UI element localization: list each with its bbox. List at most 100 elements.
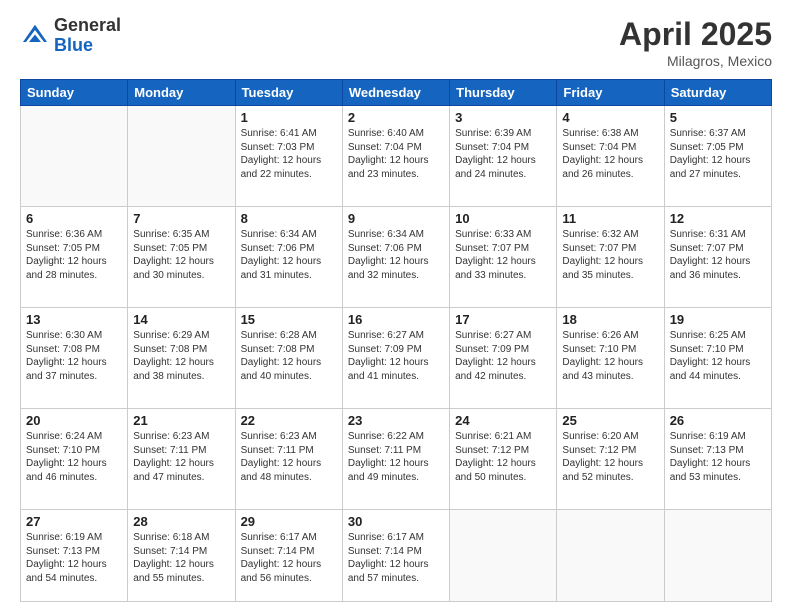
day-detail: Sunrise: 6:33 AMSunset: 7:07 PMDaylight:… [455, 228, 551, 282]
day-detail: Sunrise: 6:21 AMSunset: 7:12 PMDaylight:… [455, 430, 551, 484]
day-number: 18 [562, 312, 658, 327]
day-number: 19 [670, 312, 766, 327]
logo-general: General [54, 15, 121, 35]
day-number: 23 [348, 413, 444, 428]
day-detail: Sunrise: 6:34 AMSunset: 7:06 PMDaylight:… [348, 228, 444, 282]
day-number: 13 [26, 312, 122, 327]
day-detail: Sunrise: 6:37 AMSunset: 7:05 PMDaylight:… [670, 127, 766, 181]
day-number: 3 [455, 110, 551, 125]
day-number: 4 [562, 110, 658, 125]
day-number: 14 [133, 312, 229, 327]
weekday-header: Tuesday [235, 80, 342, 106]
calendar-cell: 26 Sunrise: 6:19 AMSunset: 7:13 PMDayligh… [664, 409, 771, 510]
day-number: 11 [562, 211, 658, 226]
day-detail: Sunrise: 6:32 AMSunset: 7:07 PMDaylight:… [562, 228, 658, 282]
title-block: April 2025 Milagros, Mexico [619, 16, 772, 69]
logo: GeneralBlue [20, 16, 121, 56]
day-detail: Sunrise: 6:36 AMSunset: 7:05 PMDaylight:… [26, 228, 122, 282]
day-detail: Sunrise: 6:24 AMSunset: 7:10 PMDaylight:… [26, 430, 122, 484]
month-year: April 2025 [619, 16, 772, 53]
calendar-cell: 13 Sunrise: 6:30 AMSunset: 7:08 PMDayligh… [21, 308, 128, 409]
calendar-week-row: 1Sunrise: 6:41 AMSunset: 7:03 PMDaylight… [21, 106, 772, 207]
calendar-cell: 10 Sunrise: 6:33 AMSunset: 7:07 PMDayligh… [450, 207, 557, 308]
day-detail: Sunrise: 6:34 AMSunset: 7:06 PMDaylight:… [241, 228, 337, 282]
day-number: 26 [670, 413, 766, 428]
logo-text: GeneralBlue [54, 16, 121, 56]
calendar-cell: 14 Sunrise: 6:29 AMSunset: 7:08 PMDayligh… [128, 308, 235, 409]
day-detail: Sunrise: 6:28 AMSunset: 7:08 PMDaylight:… [241, 329, 337, 383]
calendar-cell: 21 Sunrise: 6:23 AMSunset: 7:11 PMDayligh… [128, 409, 235, 510]
weekday-header: Sunday [21, 80, 128, 106]
calendar-cell: 12 Sunrise: 6:31 AMSunset: 7:07 PMDayligh… [664, 207, 771, 308]
day-number: 24 [455, 413, 551, 428]
calendar-cell: 2Sunrise: 6:40 AMSunset: 7:04 PMDaylight… [342, 106, 449, 207]
day-number: 21 [133, 413, 229, 428]
day-detail: Sunrise: 6:35 AMSunset: 7:05 PMDaylight:… [133, 228, 229, 282]
day-number: 15 [241, 312, 337, 327]
calendar-cell: 1Sunrise: 6:41 AMSunset: 7:03 PMDaylight… [235, 106, 342, 207]
calendar-week-row: 13 Sunrise: 6:30 AMSunset: 7:08 PMDayligh… [21, 308, 772, 409]
day-detail: Sunrise: 6:25 AMSunset: 7:10 PMDaylight:… [670, 329, 766, 383]
day-detail: Sunrise: 6:27 AMSunset: 7:09 PMDaylight:… [455, 329, 551, 383]
header: GeneralBlue April 2025 Milagros, Mexico [20, 16, 772, 69]
weekday-header: Monday [128, 80, 235, 106]
day-number: 5 [670, 110, 766, 125]
calendar-cell: 22 Sunrise: 6:23 AMSunset: 7:11 PMDayligh… [235, 409, 342, 510]
day-number: 6 [26, 211, 122, 226]
day-detail: Sunrise: 6:27 AMSunset: 7:09 PMDaylight:… [348, 329, 444, 383]
day-detail: Sunrise: 6:18 AMSunset: 7:14 PMDaylight:… [133, 531, 229, 585]
day-detail: Sunrise: 6:23 AMSunset: 7:11 PMDaylight:… [133, 430, 229, 484]
calendar-cell: 7 Sunrise: 6:35 AMSunset: 7:05 PMDaylight… [128, 207, 235, 308]
location: Milagros, Mexico [619, 53, 772, 69]
weekday-header-row: SundayMondayTuesdayWednesdayThursdayFrid… [21, 80, 772, 106]
calendar-cell [664, 510, 771, 602]
day-detail: Sunrise: 6:17 AMSunset: 7:14 PMDaylight:… [241, 531, 337, 585]
day-detail: Sunrise: 6:20 AMSunset: 7:12 PMDaylight:… [562, 430, 658, 484]
calendar-cell: 8 Sunrise: 6:34 AMSunset: 7:06 PMDaylight… [235, 207, 342, 308]
day-detail: Sunrise: 6:17 AMSunset: 7:14 PMDaylight:… [348, 531, 444, 585]
weekday-header: Saturday [664, 80, 771, 106]
day-number: 29 [241, 514, 337, 529]
logo-icon [20, 21, 50, 51]
day-detail: Sunrise: 6:19 AMSunset: 7:13 PMDaylight:… [26, 531, 122, 585]
day-number: 28 [133, 514, 229, 529]
day-number: 2 [348, 110, 444, 125]
day-detail: Sunrise: 6:30 AMSunset: 7:08 PMDaylight:… [26, 329, 122, 383]
weekday-header: Thursday [450, 80, 557, 106]
day-number: 12 [670, 211, 766, 226]
day-number: 10 [455, 211, 551, 226]
calendar-cell [450, 510, 557, 602]
day-detail: Sunrise: 6:39 AMSunset: 7:04 PMDaylight:… [455, 127, 551, 181]
calendar-week-row: 27Sunrise: 6:19 AMSunset: 7:13 PMDayligh… [21, 510, 772, 602]
page: GeneralBlue April 2025 Milagros, Mexico … [0, 0, 792, 612]
day-detail: Sunrise: 6:41 AMSunset: 7:03 PMDaylight:… [241, 127, 337, 181]
calendar-cell: 23Sunrise: 6:22 AMSunset: 7:11 PMDayligh… [342, 409, 449, 510]
calendar-cell: 5 Sunrise: 6:37 AMSunset: 7:05 PMDaylight… [664, 106, 771, 207]
calendar-cell [128, 106, 235, 207]
day-number: 22 [241, 413, 337, 428]
calendar-cell: 28 Sunrise: 6:18 AMSunset: 7:14 PMDayligh… [128, 510, 235, 602]
day-detail: Sunrise: 6:23 AMSunset: 7:11 PMDaylight:… [241, 430, 337, 484]
calendar-cell: 9Sunrise: 6:34 AMSunset: 7:06 PMDaylight… [342, 207, 449, 308]
calendar-cell: 19 Sunrise: 6:25 AMSunset: 7:10 PMDayligh… [664, 308, 771, 409]
calendar-cell: 15 Sunrise: 6:28 AMSunset: 7:08 PMDayligh… [235, 308, 342, 409]
day-number: 30 [348, 514, 444, 529]
logo-blue: Blue [54, 35, 93, 55]
day-detail: Sunrise: 6:38 AMSunset: 7:04 PMDaylight:… [562, 127, 658, 181]
day-number: 20 [26, 413, 122, 428]
day-number: 7 [133, 211, 229, 226]
day-detail: Sunrise: 6:29 AMSunset: 7:08 PMDaylight:… [133, 329, 229, 383]
calendar-cell: 6 Sunrise: 6:36 AMSunset: 7:05 PMDaylight… [21, 207, 128, 308]
day-detail: Sunrise: 6:19 AMSunset: 7:13 PMDaylight:… [670, 430, 766, 484]
weekday-header: Friday [557, 80, 664, 106]
calendar-cell [557, 510, 664, 602]
day-detail: Sunrise: 6:31 AMSunset: 7:07 PMDaylight:… [670, 228, 766, 282]
calendar-cell: 18 Sunrise: 6:26 AMSunset: 7:10 PMDayligh… [557, 308, 664, 409]
day-number: 8 [241, 211, 337, 226]
calendar-cell: 29 Sunrise: 6:17 AMSunset: 7:14 PMDayligh… [235, 510, 342, 602]
calendar-cell: 30 Sunrise: 6:17 AMSunset: 7:14 PMDayligh… [342, 510, 449, 602]
calendar-cell [21, 106, 128, 207]
day-detail: Sunrise: 6:26 AMSunset: 7:10 PMDaylight:… [562, 329, 658, 383]
calendar-cell: 3 Sunrise: 6:39 AMSunset: 7:04 PMDaylight… [450, 106, 557, 207]
day-number: 25 [562, 413, 658, 428]
